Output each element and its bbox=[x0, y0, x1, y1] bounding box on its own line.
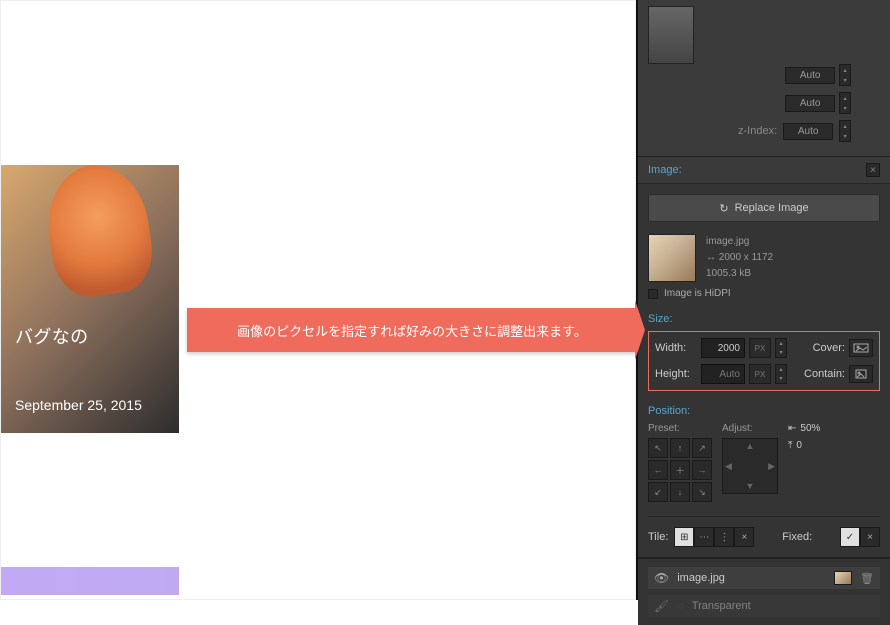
zindex-spinner[interactable]: ▴▾ bbox=[839, 120, 851, 142]
adjust-pad[interactable]: ▲ ▼ ◀ ▶ bbox=[722, 438, 778, 494]
h-offset-value: 50% bbox=[800, 423, 820, 434]
paint-icon[interactable]: 🖌 bbox=[654, 599, 669, 613]
zindex-value[interactable]: Auto bbox=[783, 123, 833, 140]
value-spinner[interactable]: ▴▾ bbox=[839, 64, 851, 86]
tile-label: Tile: bbox=[648, 531, 668, 543]
tile-both-button[interactable]: ⊞ bbox=[674, 527, 694, 547]
preset-label: Preset: bbox=[648, 423, 712, 434]
layer-thumbnail bbox=[834, 571, 852, 585]
layer-row[interactable]: 🖌 ◌ Transparent bbox=[648, 595, 880, 617]
image-thumbnail[interactable] bbox=[648, 234, 696, 282]
v-offset-icon: ⤒ bbox=[788, 440, 792, 451]
width-unit[interactable]: PX bbox=[749, 338, 771, 358]
size-section-highlight: Width: PX ▴▾ Cover: Height: PX ▴▾ Contai… bbox=[648, 331, 880, 391]
layer-row[interactable]: 👁 image.jpg 🗑 bbox=[648, 567, 880, 589]
drop-icon: ◌ bbox=[677, 600, 684, 612]
inspector-sidebar: Auto ▴▾ Auto ▴▾ z-Index: Auto ▴▾ Image: … bbox=[636, 0, 890, 600]
purple-card-strip bbox=[1, 567, 179, 595]
replace-image-button[interactable]: ↻ Replace Image bbox=[648, 194, 880, 222]
height-input[interactable] bbox=[701, 364, 745, 384]
hidpi-checkbox[interactable] bbox=[648, 289, 658, 299]
card-image bbox=[40, 165, 157, 301]
height-unit[interactable]: PX bbox=[749, 364, 771, 384]
width-label: Width: bbox=[655, 342, 697, 354]
canvas-area: バグなの September 25, 2015 画像のピクセルを指定すれば好みの… bbox=[0, 0, 636, 600]
tile-y-button[interactable]: ⋮ bbox=[714, 527, 734, 547]
preset-top[interactable]: ↑ bbox=[670, 438, 690, 458]
visibility-icon[interactable]: 👁 bbox=[654, 571, 669, 585]
geometry-section: Auto ▴▾ Auto ▴▾ z-Index: Auto ▴▾ bbox=[638, 0, 890, 150]
auto-chip[interactable]: Auto bbox=[785, 67, 835, 84]
refresh-icon: ↻ bbox=[719, 202, 728, 215]
layers-list: 👁 image.jpg 🗑 🖌 ◌ Transparent bbox=[638, 558, 890, 625]
layer-name: image.jpg bbox=[677, 572, 826, 584]
image-panel: Image: × ↻ Replace Image image.jpg ↔ 200… bbox=[638, 156, 890, 558]
value-spinner-2[interactable]: ▴▾ bbox=[839, 92, 851, 114]
content-card: バグなの September 25, 2015 bbox=[1, 165, 179, 433]
preset-bottom[interactable]: ↓ bbox=[670, 482, 690, 502]
height-label: Height: bbox=[655, 368, 697, 380]
panel-close-button[interactable]: × bbox=[866, 163, 880, 177]
contain-label: Contain: bbox=[804, 368, 845, 380]
preset-top-right[interactable]: ↗ bbox=[692, 438, 712, 458]
image-filesize: 1005.3 kB bbox=[706, 266, 880, 282]
tile-none-button[interactable]: × bbox=[734, 527, 754, 547]
h-offset-icon: ⇤ bbox=[788, 423, 796, 434]
preset-center[interactable]: ＋ bbox=[670, 460, 690, 480]
delete-layer-icon[interactable]: 🗑 bbox=[860, 572, 874, 585]
size-section-label: Size: bbox=[648, 313, 880, 325]
preset-left[interactable]: ← bbox=[648, 460, 668, 480]
dimensions-icon: ↔ bbox=[706, 252, 716, 263]
adjust-label: Adjust: bbox=[722, 423, 778, 434]
contain-button[interactable] bbox=[849, 365, 873, 383]
annotation-callout: 画像のピクセルを指定すれば好みの大きさに調整出来ます。 bbox=[187, 308, 637, 352]
cover-button[interactable] bbox=[849, 339, 873, 357]
callout-text: 画像のピクセルを指定すれば好みの大きさに調整出来ます。 bbox=[237, 321, 587, 340]
height-spinner[interactable]: ▴▾ bbox=[775, 364, 787, 384]
auto-chip-2[interactable]: Auto bbox=[785, 95, 835, 112]
image-panel-title: Image: bbox=[648, 164, 682, 176]
hidpi-label: Image is HiDPI bbox=[664, 288, 731, 299]
cover-label: Cover: bbox=[813, 342, 845, 354]
preset-top-left[interactable]: ↖ bbox=[648, 438, 668, 458]
preset-right[interactable]: → bbox=[692, 460, 712, 480]
fixed-on-button[interactable]: ✓ bbox=[840, 527, 860, 547]
replace-image-label: Replace Image bbox=[735, 202, 809, 214]
fixed-off-button[interactable]: × bbox=[860, 527, 880, 547]
zindex-label: z-Index: bbox=[738, 125, 777, 137]
fixed-label: Fixed: bbox=[782, 531, 812, 543]
element-thumbnail bbox=[648, 6, 694, 64]
image-dimensions: 2000 x 1172 bbox=[719, 252, 773, 263]
width-spinner[interactable]: ▴▾ bbox=[775, 338, 787, 358]
layer-name: Transparent bbox=[692, 600, 874, 612]
card-date: September 25, 2015 bbox=[15, 397, 165, 413]
position-section-label: Position: bbox=[648, 405, 880, 417]
preset-bottom-right[interactable]: ↘ bbox=[692, 482, 712, 502]
preset-bottom-left[interactable]: ↙ bbox=[648, 482, 668, 502]
width-input[interactable] bbox=[701, 338, 745, 358]
position-preset-grid: ↖ ↑ ↗ ← ＋ → ↙ ↓ ↘ bbox=[648, 438, 712, 502]
card-title: バグなの bbox=[15, 323, 165, 349]
tile-x-button[interactable]: ⋯ bbox=[694, 527, 714, 547]
image-filename: image.jpg bbox=[706, 234, 880, 250]
v-offset-value: 0 bbox=[796, 440, 802, 451]
